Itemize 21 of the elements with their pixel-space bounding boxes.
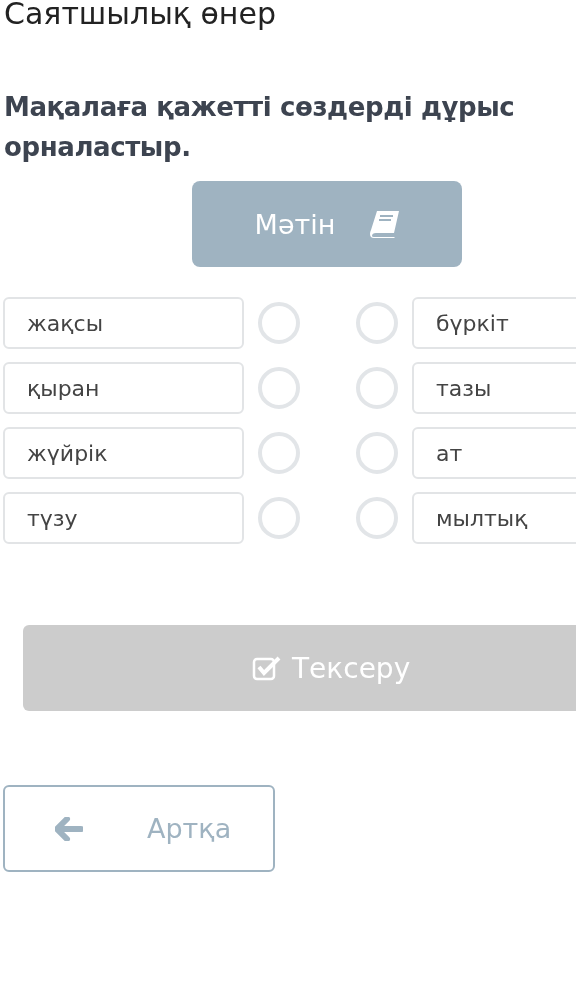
radio-button[interactable] <box>356 367 398 409</box>
radio-button[interactable] <box>356 302 398 344</box>
word-card[interactable]: қыран <box>3 362 244 414</box>
radio-button[interactable] <box>356 497 398 539</box>
word-card[interactable]: түзу <box>3 492 244 544</box>
radio-button[interactable] <box>258 367 300 409</box>
book-icon <box>369 209 402 239</box>
radio-button[interactable] <box>258 302 300 344</box>
word-card[interactable]: ат <box>412 427 576 479</box>
word-card[interactable]: тазы <box>412 362 576 414</box>
word-card[interactable]: мылтық <box>412 492 576 544</box>
word-card[interactable]: бүркіт <box>412 297 576 349</box>
page-title: Саятшылық өнер <box>4 0 277 33</box>
instruction-text: Мақалаға қажетті сөздерді дұрыс орналастыр. <box>4 91 516 164</box>
arrow-left-icon <box>55 816 83 841</box>
checkbox-icon <box>252 655 282 681</box>
radio-button[interactable] <box>258 497 300 539</box>
radio-button[interactable] <box>258 432 300 474</box>
word-card[interactable]: жақсы <box>3 297 244 349</box>
word-card[interactable]: жүйрік <box>3 427 244 479</box>
radio-button[interactable] <box>356 432 398 474</box>
